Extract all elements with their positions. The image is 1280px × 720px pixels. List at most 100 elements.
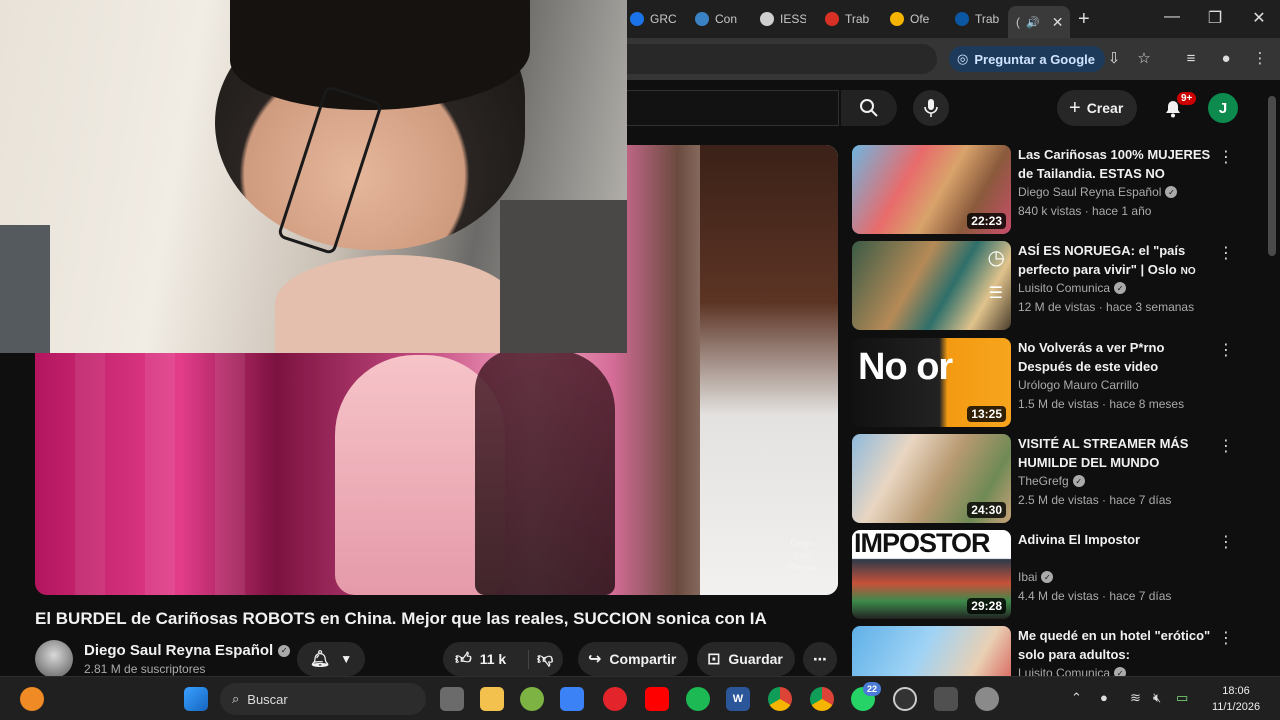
browser-tab[interactable]: IESS	[760, 6, 806, 32]
browser-tab[interactable]: Trab	[825, 6, 871, 32]
browser-tab[interactable]: Trab	[955, 6, 1001, 32]
taskbar-clock[interactable]: 18:06 11/1/2026	[1206, 683, 1266, 715]
chevron-up-icon[interactable]: ⌃	[1071, 690, 1082, 706]
recorder-icon[interactable]	[893, 687, 917, 711]
task-view-icon[interactable]	[440, 687, 464, 711]
recommendation-card[interactable]: 24:30 VISITÉ AL STREAMER MÁS HUMILDE DEL …	[852, 434, 1272, 524]
ask-google-button[interactable]: ◎ Preguntar a Google	[949, 46, 1105, 72]
more-actions-button[interactable]: ⋯	[803, 642, 837, 676]
recommendation-card[interactable]: 22:23 Las Cariñosas 100% MUJERES de Taila…	[852, 145, 1272, 235]
browser-menu-icon[interactable]: ⋮	[1249, 48, 1271, 70]
new-tab-button[interactable]: +	[1078, 8, 1090, 31]
video-thumbnail[interactable]: 22:23	[852, 145, 1011, 234]
more-vertical-icon[interactable]: ⋮	[1218, 532, 1234, 552]
channel-avatar[interactable]	[35, 640, 73, 678]
browser-tab[interactable]: Ofe	[890, 6, 936, 32]
add-to-queue-icon[interactable]: ☰	[989, 283, 1003, 303]
verified-icon: ✓	[278, 644, 291, 657]
close-window-button[interactable]: ✕	[1249, 8, 1269, 28]
video-thumbnail[interactable]: 24:30	[852, 434, 1011, 523]
maximize-button[interactable]: ❐	[1205, 8, 1225, 28]
recommendation-channel[interactable]: Ibai ✓	[1018, 570, 1054, 584]
file-explorer-icon[interactable]	[480, 687, 504, 711]
video-thumbnail[interactable]: IMPOSTOR 29:28	[852, 530, 1011, 619]
more-vertical-icon[interactable]: ⋮	[1218, 340, 1234, 360]
browser-tab[interactable]: GRC	[630, 6, 676, 32]
recommendation-title[interactable]: VISITÉ AL STREAMER MÁS HUMILDE DEL MUNDO	[1018, 434, 1214, 472]
recommendation-channel[interactable]: TheGrefg ✓	[1018, 474, 1085, 488]
word-icon[interactable]: W	[726, 687, 750, 711]
search-input[interactable]	[627, 90, 839, 126]
more-vertical-icon[interactable]: ⋮	[1218, 436, 1234, 456]
recommendation-card[interactable]: IMPOSTOR 29:28 Adivina El Impostor Ibai ✓ 4.4…	[852, 530, 1272, 620]
save-button[interactable]: ⊡ Guardar	[697, 642, 795, 676]
scrollbar[interactable]	[1268, 96, 1276, 256]
share-button[interactable]: ↪ Compartir	[578, 642, 688, 676]
whatsapp-badge: 22	[863, 682, 881, 696]
store-icon[interactable]	[560, 687, 584, 711]
recommendation-title[interactable]: No Volverás a ver P*rno Después de este …	[1018, 338, 1214, 376]
widgets-icon[interactable]	[20, 687, 44, 711]
youtube-app-icon[interactable]	[645, 687, 669, 711]
calculator-icon[interactable]	[934, 687, 958, 711]
recommendation-card[interactable]: Me quedé en un hotel "erótico" solo para…	[852, 626, 1272, 676]
create-button[interactable]: + Crear	[1057, 90, 1138, 126]
recommendation-card[interactable]: No or 13:25 No Volverás a ver P*rno Despué…	[852, 338, 1272, 428]
profile-icon[interactable]: ●	[1215, 48, 1237, 70]
save-label: Guardar	[728, 651, 783, 667]
subscribed-bell-button[interactable]: 🔔︎ ▼	[297, 642, 365, 676]
account-avatar[interactable]: J	[1208, 93, 1238, 123]
watch-later-icon[interactable]: ◷	[988, 245, 1005, 270]
bookmark-star-icon[interactable]: ☆	[1133, 48, 1155, 70]
wifi-icon[interactable]: ≋	[1130, 690, 1141, 706]
channel-name[interactable]: Diego Saul Reyna Español ✓	[84, 642, 291, 659]
recommendation-title-text: Las Cariñosas 100% MUJERES de Tailandia.…	[1018, 147, 1211, 181]
video-thumbnail[interactable]	[852, 626, 1011, 676]
android-app-icon[interactable]	[520, 687, 544, 711]
browser-tab-active[interactable]: ( 🔊 ✕	[1008, 6, 1070, 38]
recommendation-title[interactable]: Adivina El Impostor	[1018, 530, 1214, 549]
install-app-icon[interactable]: ⇩	[1103, 48, 1125, 70]
thumbs-up-icon: 👍︎	[455, 650, 472, 668]
notification-badge: 9+	[1177, 92, 1197, 105]
recommendation-title[interactable]: Me quedé en un hotel "erótico" solo para…	[1018, 626, 1214, 664]
recommendation-card[interactable]: ◷ ☰ ASÍ ES NORUEGA: el "país perfecto para…	[852, 241, 1272, 331]
settings-icon[interactable]	[975, 687, 999, 711]
tab-label: Trab	[845, 12, 870, 26]
recommendation-channel[interactable]: Urólogo Mauro Carrillo	[1018, 378, 1139, 392]
more-vertical-icon[interactable]: ⋮	[1218, 243, 1234, 263]
tab-close-icon[interactable]: ✕	[1052, 14, 1064, 31]
minimize-button[interactable]: —	[1162, 8, 1182, 26]
recommendation-title[interactable]: Las Cariñosas 100% MUJERES de Tailandia.…	[1018, 145, 1214, 183]
recommendation-channel[interactable]: Luisito Comunica ✓	[1018, 281, 1127, 295]
battery-icon[interactable]: ▭	[1176, 690, 1188, 706]
video-thumbnail[interactable]: No or 13:25	[852, 338, 1011, 427]
tray-app-icon[interactable]: ●	[1100, 690, 1108, 705]
recommendation-title[interactable]: ASÍ ES NORUEGA: el "país perfecto para v…	[1018, 241, 1214, 279]
microphone-icon	[924, 99, 938, 117]
spotify-icon[interactable]	[686, 687, 710, 711]
more-vertical-icon[interactable]: ⋮	[1218, 147, 1234, 167]
chrome-icon[interactable]	[768, 687, 792, 711]
taskbar-search[interactable]: ⌕ Buscar	[220, 683, 426, 715]
thumbnail-text: IMPOSTOR	[854, 530, 991, 558]
voice-search-button[interactable]	[913, 90, 949, 126]
browser-tab[interactable]: Con	[695, 6, 741, 32]
share-label: Compartir	[609, 651, 677, 667]
tab-favicon-icon	[760, 12, 774, 26]
start-icon[interactable]	[184, 687, 208, 711]
recommendation-channel[interactable]: Luisito Comunica ✓	[1018, 666, 1127, 676]
chrome-profile-icon[interactable]	[810, 687, 834, 711]
more-vertical-icon[interactable]: ⋮	[1218, 628, 1234, 648]
opera-icon[interactable]	[603, 687, 627, 711]
address-bar[interactable]	[627, 44, 937, 74]
search-button[interactable]	[841, 90, 897, 126]
reading-list-icon[interactable]: ≡	[1180, 48, 1202, 70]
video-frame-detail	[475, 350, 615, 595]
duration-badge: 29:28	[967, 598, 1006, 614]
recommendation-channel[interactable]: Diego Saul Reyna Español ✓	[1018, 185, 1178, 199]
dislike-button[interactable]: 👎︎	[529, 650, 553, 669]
video-thumbnail[interactable]: ◷ ☰	[852, 241, 1011, 330]
like-button[interactable]: 👍︎ 11 k	[443, 649, 529, 669]
volume-mute-icon[interactable]: 🔇︎	[1153, 690, 1161, 706]
